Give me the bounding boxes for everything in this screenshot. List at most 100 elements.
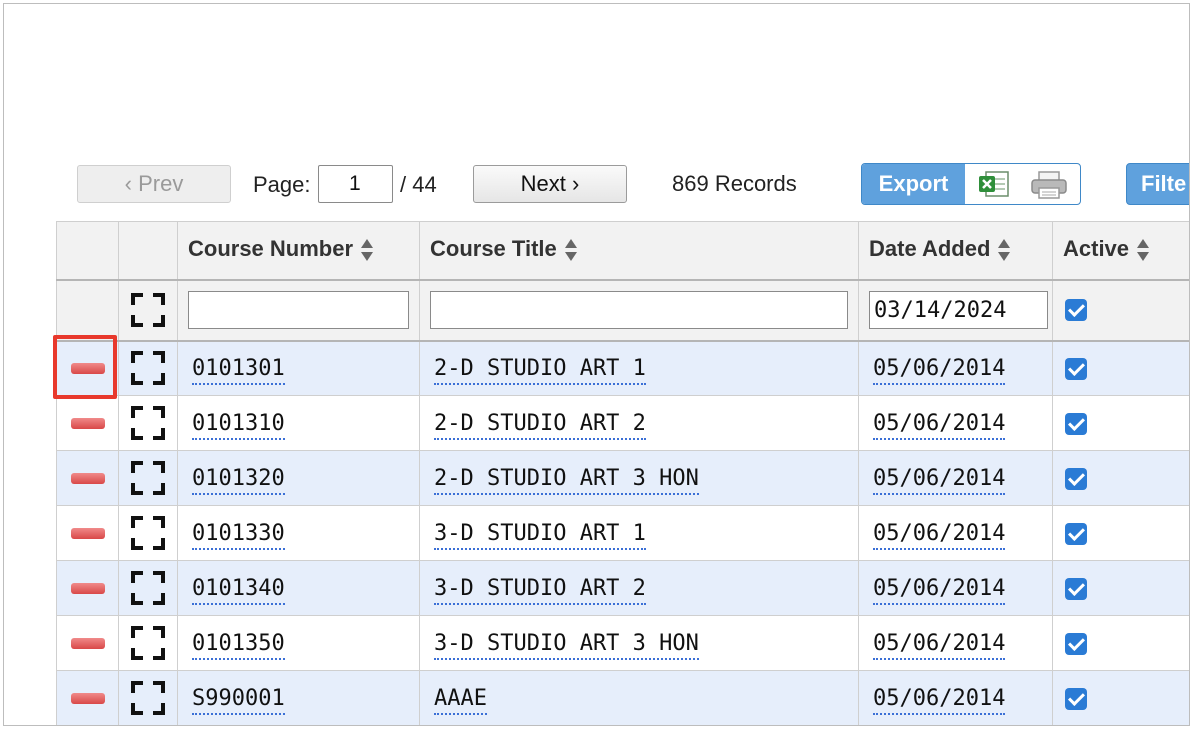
delete-cell[interactable] [56, 505, 119, 561]
expand-icon[interactable] [131, 681, 165, 715]
date-added-cell: 05/06/2014 [858, 450, 1053, 506]
table-row[interactable]: 0101310 2-D STUDIO ART 2 05/06/2014 [56, 395, 1189, 451]
delete-cell[interactable] [56, 450, 119, 506]
expand-cell[interactable] [118, 670, 178, 725]
header-delete [56, 221, 119, 281]
prev-page-button[interactable]: ‹ Prev [77, 165, 231, 203]
checkbox-checked-icon[interactable] [1065, 467, 1087, 490]
course-title-cell: 2-D STUDIO ART 2 [419, 395, 859, 451]
table-row[interactable]: 0101301 2-D STUDIO ART 1 05/06/2014 [56, 340, 1189, 396]
pagination-bar: ‹ Prev Page: / 44 Next › 869 Records Exp… [4, 163, 1189, 212]
sort-icon[interactable] [361, 236, 374, 264]
course-number-cell: S990001 [177, 670, 420, 725]
expand-icon[interactable] [131, 293, 165, 327]
table-row[interactable]: 0101350 3-D STUDIO ART 3 HON 05/06/2014 [56, 615, 1189, 671]
checkbox-checked-icon[interactable] [1065, 522, 1087, 545]
filter-date-added-cell [858, 279, 1053, 342]
app-frame: ‹ Prev Page: / 44 Next › 869 Records Exp… [3, 3, 1190, 726]
checkbox-checked-icon[interactable] [1065, 357, 1087, 380]
course-title-link[interactable]: 3-D STUDIO ART 3 HON [434, 630, 699, 660]
course-title-link[interactable]: AAAE [434, 685, 487, 715]
expand-icon[interactable] [131, 406, 165, 440]
print-icon[interactable] [1030, 171, 1068, 199]
date-added-link[interactable]: 05/06/2014 [873, 410, 1006, 440]
expand-icon[interactable] [131, 626, 165, 660]
table-row[interactable]: 0101320 2-D STUDIO ART 3 HON 05/06/2014 [56, 450, 1189, 506]
date-added-link[interactable]: 05/06/2014 [873, 355, 1006, 385]
date-added-link[interactable]: 05/06/2014 [873, 520, 1006, 550]
expand-cell[interactable] [118, 560, 178, 616]
checkbox-checked-icon[interactable] [1065, 687, 1087, 710]
page-total: / 44 [400, 172, 437, 197]
delete-cell[interactable] [56, 670, 119, 725]
filter-button[interactable]: Filte [1126, 163, 1189, 205]
checkbox-checked-icon[interactable] [1065, 412, 1087, 435]
highlight-callout [53, 335, 117, 399]
page-number-input[interactable] [318, 165, 393, 203]
expand-cell[interactable] [118, 340, 178, 396]
course-title-link[interactable]: 2-D STUDIO ART 1 [434, 355, 646, 385]
course-title-link[interactable]: 2-D STUDIO ART 3 HON [434, 465, 699, 495]
delete-row-icon[interactable] [70, 583, 105, 594]
course-number-link[interactable]: 0101340 [192, 575, 285, 605]
course-number-filter-input[interactable] [188, 291, 409, 329]
expand-icon[interactable] [131, 351, 165, 386]
delete-cell[interactable] [56, 615, 119, 671]
table-row[interactable]: 0101340 3-D STUDIO ART 2 05/06/2014 [56, 560, 1189, 616]
course-number-link[interactable]: 0101310 [192, 410, 285, 440]
table-body: 0101301 2-D STUDIO ART 1 05/06/2014 0101310… [56, 340, 1189, 725]
export-button[interactable]: Export [862, 164, 965, 204]
table-row[interactable]: 0101330 3-D STUDIO ART 1 05/06/2014 [56, 505, 1189, 561]
course-title-link[interactable]: 3-D STUDIO ART 1 [434, 520, 646, 550]
checkbox-checked-icon[interactable] [1065, 632, 1087, 655]
expand-cell[interactable] [118, 395, 178, 451]
active-cell [1052, 615, 1189, 671]
date-added-link[interactable]: 05/06/2014 [873, 575, 1006, 605]
filter-course-number-cell [177, 279, 420, 342]
checkbox-checked-icon[interactable] [1065, 577, 1087, 600]
course-title-filter-input[interactable] [430, 291, 848, 329]
date-added-cell: 05/06/2014 [858, 670, 1053, 725]
sort-icon[interactable] [564, 236, 577, 264]
course-number-link[interactable]: 0101350 [192, 630, 285, 660]
date-added-filter-input[interactable] [869, 291, 1048, 329]
sort-icon[interactable] [1137, 236, 1150, 264]
delete-row-icon[interactable] [70, 528, 105, 539]
column-label: Course Title [430, 236, 557, 262]
checkbox-checked-icon[interactable] [1065, 299, 1087, 321]
active-cell [1052, 450, 1189, 506]
next-page-button[interactable]: Next › [473, 165, 627, 203]
column-header-active[interactable]: Active [1052, 221, 1189, 281]
filter-expand-cell[interactable] [118, 279, 178, 342]
expand-icon[interactable] [131, 516, 165, 550]
delete-row-icon[interactable] [70, 693, 105, 704]
expand-cell[interactable] [118, 450, 178, 506]
course-title-link[interactable]: 3-D STUDIO ART 2 [434, 575, 646, 605]
expand-icon[interactable] [131, 571, 165, 605]
date-added-link[interactable]: 05/06/2014 [873, 685, 1006, 715]
date-added-link[interactable]: 05/06/2014 [873, 465, 1006, 495]
excel-export-icon[interactable] [978, 170, 1012, 198]
sort-icon[interactable] [998, 236, 1011, 264]
column-header-date-added[interactable]: Date Added [858, 221, 1053, 281]
date-added-link[interactable]: 05/06/2014 [873, 630, 1006, 660]
course-number-link[interactable]: 0101330 [192, 520, 285, 550]
column-header-course-title[interactable]: Course Title [419, 221, 859, 281]
delete-row-icon[interactable] [70, 638, 105, 649]
delete-cell[interactable] [56, 560, 119, 616]
expand-cell[interactable] [118, 505, 178, 561]
filter-row [56, 279, 1189, 342]
header-expand [118, 221, 178, 281]
delete-row-icon[interactable] [70, 418, 105, 429]
column-header-course-number[interactable]: Course Number [177, 221, 420, 281]
course-number-link[interactable]: 0101320 [192, 465, 285, 495]
expand-icon[interactable] [131, 461, 165, 495]
delete-row-icon[interactable] [70, 473, 105, 484]
course-title-link[interactable]: 2-D STUDIO ART 2 [434, 410, 646, 440]
expand-cell[interactable] [118, 615, 178, 671]
course-number-link[interactable]: 0101301 [192, 355, 285, 385]
course-number-link[interactable]: S990001 [192, 685, 285, 715]
table-row[interactable]: S990001 AAAE 05/06/2014 [56, 670, 1189, 725]
delete-cell[interactable] [56, 395, 119, 451]
active-cell [1052, 670, 1189, 725]
